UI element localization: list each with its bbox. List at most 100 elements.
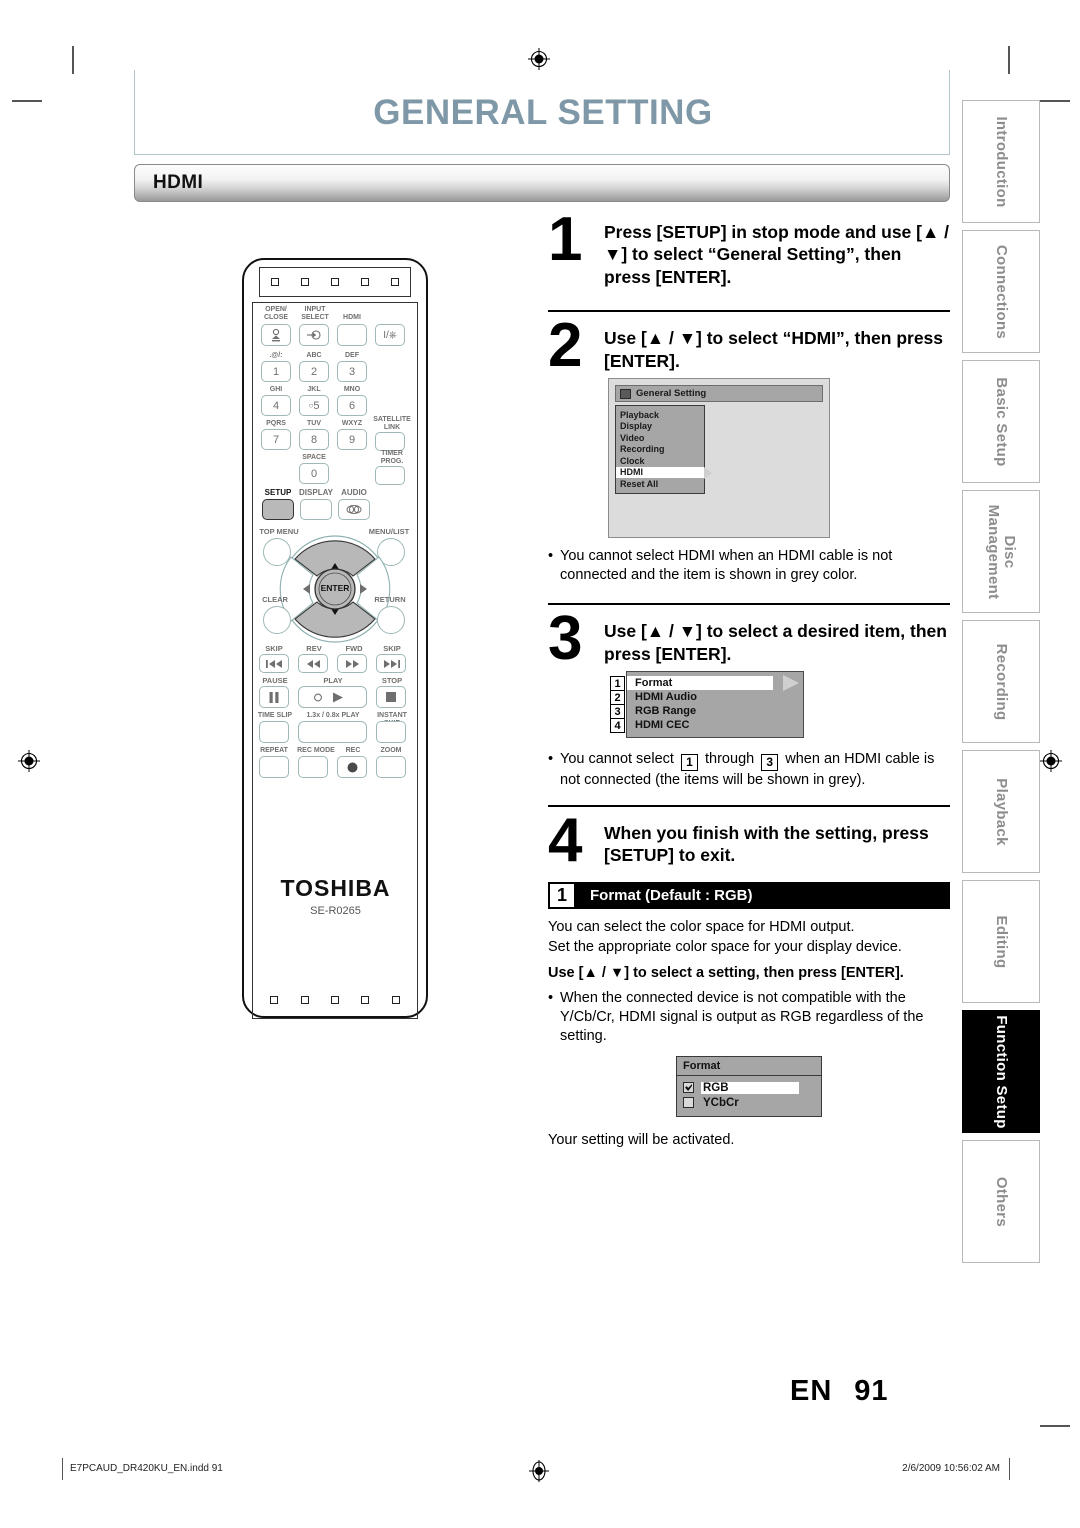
timer-prog-button[interactable] [375,466,405,485]
stop-button[interactable] [376,686,406,708]
step-2-number: 2 [548,311,582,381]
setup-button[interactable] [262,499,294,520]
side-tab-introduction[interactable]: Introduction [962,100,1040,223]
return-button[interactable] [377,606,405,634]
osd-hdmi-item-label: Format [635,677,673,690]
key-5-button[interactable]: ○ 5 [299,395,329,416]
checkbox-unchecked-icon[interactable] [683,1097,694,1109]
repeat-button[interactable] [259,756,289,778]
key-4-button[interactable]: 4 [261,395,291,416]
clear-button[interactable] [263,606,291,634]
osd-format-option-rgb[interactable]: RGB [677,1080,821,1095]
osd-menu-item-hdmi[interactable]: HDMI [616,466,712,479]
callout-number-1: 1 [610,676,625,692]
key-1-button[interactable]: 1 [261,361,291,382]
zoom-button[interactable] [376,756,406,778]
step-2-text: Use [▲ / ▼] to select “HDMI”, then press… [604,328,944,371]
footer-rule-left [62,1458,63,1480]
step-4-text: When you finish with the setting, press … [604,822,929,865]
input-select-button[interactable] [299,324,329,346]
fwd-label: FWD [345,644,363,653]
instant-skip-button[interactable] [376,721,406,743]
key-2-letters: ABC [306,352,322,359]
hdmi-button[interactable] [337,324,367,346]
key-3-button[interactable]: 3 [337,361,367,382]
step-3-note: • You cannot select 1 through 3 when an … [548,750,950,791]
time-slip-button[interactable] [259,721,289,743]
key-2-button[interactable]: 2 [299,361,329,382]
page-number: EN 91 [790,1375,950,1408]
rec-mode-button[interactable] [298,756,328,778]
step-3-number: 3 [548,604,582,674]
power-button[interactable]: I/⎈ [375,324,405,346]
step-1-text: Press [SETUP] in stop mode and use [▲ / … [604,222,950,287]
key-1-letters: .@/: [269,352,283,359]
checkbox-checked-icon[interactable] [683,1082,694,1094]
side-tab-label: Function Setup [992,1014,1010,1129]
footer-filename: E7PCAUD_DR420KU_EN.indd 91 [70,1463,223,1474]
side-tab-playback[interactable]: Playback [962,750,1040,873]
cropmark-top-right-vertical [1008,46,1010,74]
footer-rule-right [1009,1458,1010,1480]
fwd-button[interactable] [337,654,367,673]
satellite-link-button[interactable] [375,432,405,451]
side-tab-function-setup[interactable]: Function Setup [962,1010,1040,1133]
remote-lower-panel [252,927,418,1019]
setup-screen-icon [620,388,631,399]
display-button[interactable] [300,499,332,520]
key-7-button[interactable]: 7 [261,429,291,450]
side-tab-others[interactable]: Others [962,1140,1040,1263]
side-tab-recording[interactable]: Recording [962,620,1040,743]
play-button[interactable] [298,686,367,708]
speed-play-button[interactable] [298,721,367,743]
open-close-label-line2: CLOSE [263,314,289,321]
side-tab-editing[interactable]: Editing [962,880,1040,1003]
osd-menu-item-label: Playback [620,409,660,420]
osd-menu-item-display[interactable]: Display [616,421,704,433]
play-label: PLAY [323,676,343,685]
side-tab-connections[interactable]: Connections [962,230,1040,353]
key-9-letters: WXYZ [341,420,363,427]
print-footer: E7PCAUD_DR420KU_EN.indd 91 2/6/2009 10:5… [62,1458,1010,1486]
cropmark-top-left-vertical [72,46,74,74]
osd-menu-item-recording[interactable]: Recording [616,444,704,456]
pause-label: PAUSE [262,676,288,685]
open-close-button[interactable] [261,324,291,346]
osd-hdmi-item-rgb-range[interactable]: RGB Range [627,704,803,718]
key-3-letters: DEF [345,352,359,359]
skip-prev-button[interactable] [259,654,289,673]
callout-number-4: 4 [610,718,625,734]
side-tab-label: Others [992,1176,1010,1227]
skip-next-label: SKIP [383,644,401,653]
side-tab-basic-setup[interactable]: Basic Setup [962,360,1040,483]
osd-hdmi-menu: Format HDMI Audio RGB Range HDMI CEC [626,671,804,739]
key-8-button[interactable]: 8 [299,429,329,450]
key-9-button[interactable]: 9 [337,429,367,450]
remote-brand-logo: TOSHIBA [280,875,391,901]
osd-format-option-ycbcr[interactable]: YCbCr [677,1095,821,1110]
osd-menu-item-reset-all[interactable]: Reset All [616,478,704,490]
timer-prog-label-line2: PROG. [380,458,404,465]
key-0-button[interactable]: 0 [299,463,329,484]
osd-hdmi-item-hdmi-cec[interactable]: HDMI CEC [627,718,803,732]
key-6-button[interactable]: 6 [337,395,367,416]
skip-next-button[interactable] [376,654,406,673]
side-tab-label: Connections [992,244,1010,339]
osd-menu-item-playback[interactable]: Playback [616,409,704,421]
step-3-note-pre: You cannot select [560,751,674,768]
key-8-letters: TUV [307,420,321,427]
rev-button[interactable] [298,654,328,673]
pause-button[interactable] [259,686,289,708]
side-tab-disc-management[interactable]: Disc Management [962,490,1040,613]
input-select-label-line1: INPUT [304,306,326,313]
navigation-ring[interactable]: ENTER [273,533,397,645]
osd-hdmi-item-format[interactable]: Format [627,675,799,692]
osd-menu-item-video[interactable]: Video [616,432,704,444]
osd-hdmi-item-hdmi-audio[interactable]: HDMI Audio [627,690,803,704]
step-4: 4 When you finish with the setting, pres… [548,809,950,871]
step-3-text: Use [▲ / ▼] to select a desired item, th… [604,621,947,664]
osd-menu-item-clock[interactable]: Clock [616,455,704,467]
audio-button[interactable] [338,499,370,520]
rec-button[interactable] [337,756,367,778]
osd-menu-item-label: Video [620,432,645,443]
